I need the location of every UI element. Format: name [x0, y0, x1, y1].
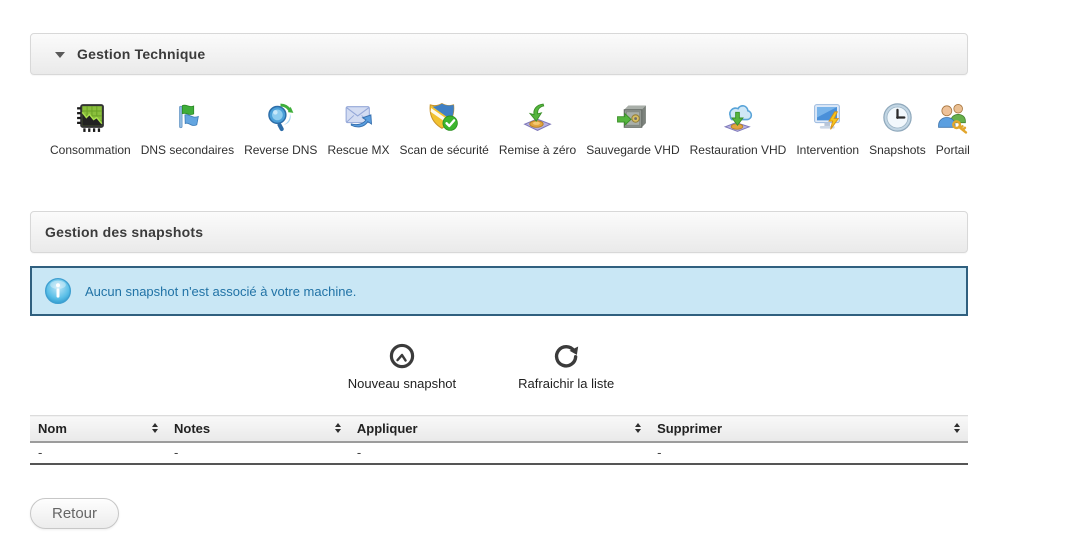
- column-header-supprimer[interactable]: Supprimer: [649, 416, 968, 442]
- tool-restauration-vhd[interactable]: Restauration VHD: [690, 101, 787, 157]
- reverse-dns-icon: [264, 101, 297, 134]
- sort-icon[interactable]: [152, 423, 158, 433]
- column-header-notes[interactable]: Notes: [166, 416, 349, 442]
- gestion-technique-title: Gestion Technique: [77, 46, 205, 62]
- vhd-restore-icon: [721, 101, 754, 134]
- snapshot-actions: Nouveau snapshot Rafraichir la liste: [12, 341, 950, 391]
- tool-scan-securite[interactable]: Scan de sécurité: [399, 101, 488, 157]
- column-header-nom[interactable]: Nom: [30, 416, 166, 442]
- tool-dns-secondaires[interactable]: DNS secondaires: [141, 101, 234, 157]
- tool-icons-row: Consommation DNS secondaires: [30, 75, 968, 157]
- column-label: Appliquer: [357, 421, 418, 436]
- sort-icon[interactable]: [954, 423, 960, 433]
- tool-label: Consommation: [50, 143, 131, 157]
- refresh-list-button[interactable]: Rafraichir la liste: [518, 341, 614, 391]
- table-header-row: Nom Notes Appliquer: [30, 416, 968, 442]
- refresh-list-label: Rafraichir la liste: [518, 376, 614, 391]
- tool-consommation[interactable]: Consommation: [50, 101, 131, 157]
- tool-rescue-mx[interactable]: Rescue MX: [327, 101, 389, 157]
- rescue-mx-icon: [342, 101, 375, 134]
- reset-icon: [521, 101, 554, 134]
- tool-portail[interactable]: Portail: [936, 101, 970, 157]
- cell-notes: -: [166, 442, 349, 464]
- vhd-backup-icon: [616, 101, 649, 134]
- sort-icon[interactable]: [635, 423, 641, 433]
- tool-label: Portail: [936, 143, 970, 157]
- tool-remise-a-zero[interactable]: Remise à zéro: [499, 101, 576, 157]
- gestion-technique-header[interactable]: Gestion Technique: [30, 33, 968, 75]
- intervention-icon: [811, 101, 844, 134]
- cell-nom: -: [30, 442, 166, 464]
- snapshot-table: Nom Notes Appliquer: [30, 415, 968, 465]
- cell-appliquer: -: [349, 442, 649, 464]
- cell-supprimer: -: [649, 442, 968, 464]
- new-snapshot-button[interactable]: Nouveau snapshot: [348, 341, 456, 391]
- tool-label: Remise à zéro: [499, 143, 576, 157]
- portal-users-icon: [936, 101, 969, 134]
- column-label: Supprimer: [657, 421, 722, 436]
- tool-label: Rescue MX: [327, 143, 389, 157]
- column-label: Nom: [38, 421, 67, 436]
- sort-icon[interactable]: [335, 423, 341, 433]
- tool-intervention[interactable]: Intervention: [796, 101, 859, 157]
- tool-reverse-dns[interactable]: Reverse DNS: [244, 101, 317, 157]
- snapshot-table-wrap: Nom Notes Appliquer: [30, 415, 968, 465]
- info-icon: [44, 277, 72, 305]
- snapshots-section-header: Gestion des snapshots: [30, 211, 968, 253]
- snapshots-section-title: Gestion des snapshots: [45, 224, 203, 240]
- snapshots-clock-icon: [881, 101, 914, 134]
- new-snapshot-clock-icon: [387, 341, 417, 371]
- table-row: - - - -: [30, 442, 968, 464]
- tool-sauvegarde-vhd[interactable]: Sauvegarde VHD: [586, 101, 679, 157]
- refresh-icon: [551, 341, 581, 371]
- no-snapshot-alert: Aucun snapshot n'est associé à votre mac…: [30, 266, 968, 316]
- tool-label: Sauvegarde VHD: [586, 143, 679, 157]
- column-header-appliquer[interactable]: Appliquer: [349, 416, 649, 442]
- consumption-chart-icon: [74, 101, 107, 134]
- tool-label: Intervention: [796, 143, 859, 157]
- alert-message: Aucun snapshot n'est associé à votre mac…: [85, 284, 356, 299]
- tool-snapshots[interactable]: Snapshots: [869, 101, 926, 157]
- tool-label: Snapshots: [869, 143, 926, 157]
- column-label: Notes: [174, 421, 210, 436]
- tool-label: DNS secondaires: [141, 143, 234, 157]
- back-button[interactable]: Retour: [30, 498, 119, 529]
- tool-label: Scan de sécurité: [399, 143, 488, 157]
- caret-down-icon: [55, 52, 65, 58]
- new-snapshot-label: Nouveau snapshot: [348, 376, 456, 391]
- dns-flags-icon: [171, 101, 204, 134]
- tool-label: Reverse DNS: [244, 143, 317, 157]
- security-scan-icon: [428, 101, 461, 134]
- snapshots-section: Gestion des snapshots: [30, 211, 968, 465]
- tool-label: Restauration VHD: [690, 143, 787, 157]
- main-content: Gestion Technique: [30, 0, 968, 529]
